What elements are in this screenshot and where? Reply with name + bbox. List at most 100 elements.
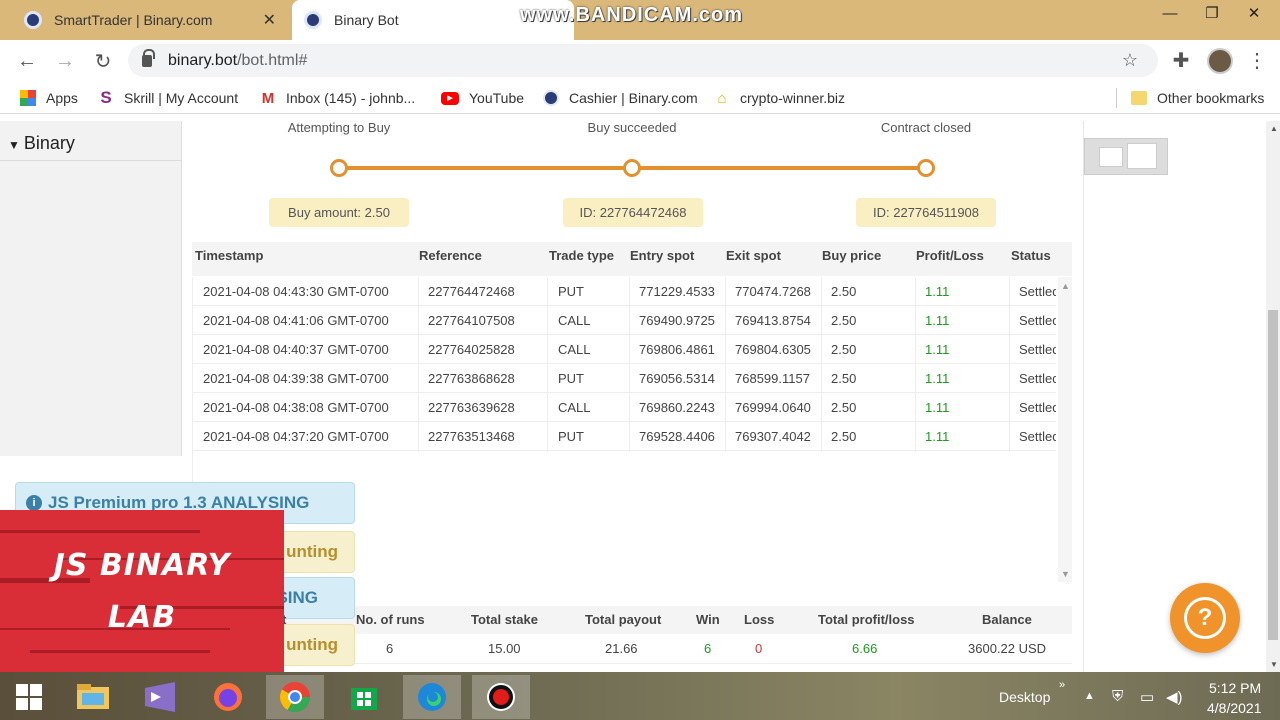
close-window-icon[interactable]: ✕ [1232, 0, 1276, 26]
reload-icon[interactable]: ↻ [90, 48, 116, 74]
summary-stake: 15.00 [488, 641, 521, 656]
chrome-icon[interactable] [266, 675, 324, 719]
summary-payout: 21.66 [605, 641, 638, 656]
table-cell: 227763513468 [428, 429, 515, 444]
table-cell: 771229.4533 [639, 284, 715, 299]
buy-id-badge: ID: 227764472468 [563, 198, 703, 227]
summary-loss: 0 [755, 641, 763, 656]
tray-expand-icon[interactable]: ▲ [1084, 690, 1095, 702]
bookmark-apps[interactable]: Apps [20, 88, 78, 108]
windows-start-icon[interactable] [0, 675, 58, 719]
page-scroll-down-icon[interactable]: ▼ [1270, 660, 1278, 669]
column-header[interactable]: Exit spot [726, 248, 781, 263]
microsoft-store-icon[interactable] [335, 675, 393, 719]
table-cell: Settled [1019, 371, 1056, 386]
table-cell: Settled [1019, 429, 1056, 444]
profile-avatar[interactable] [1207, 48, 1233, 74]
table-cell: 769413.8754 [735, 313, 811, 328]
toolbar-widget[interactable] [1084, 138, 1168, 175]
help-button[interactable]: ? [1170, 583, 1240, 653]
table-cell: 2.50 [831, 400, 857, 415]
column-header[interactable]: Trade type [549, 248, 614, 263]
table-cell: 769528.4406 [639, 429, 715, 444]
table-cell: 769056.5314 [639, 371, 715, 386]
step-dot-1 [330, 159, 348, 177]
summary-header-loss: Loss [744, 612, 775, 627]
file-explorer-icon[interactable] [64, 675, 122, 719]
summary-header-win: Win [696, 612, 720, 627]
notification-text: unting [286, 542, 338, 561]
summary-header-balance: Balance [982, 612, 1032, 627]
table-cell: PUT [558, 284, 584, 299]
table-cell: CALL [558, 342, 591, 357]
question-icon: ? [1184, 597, 1226, 639]
table-cell: PUT [558, 371, 584, 386]
lock-icon [142, 48, 155, 67]
table-cell: 2.50 [831, 342, 857, 357]
sidebar [0, 121, 182, 456]
bookmark-label: crypto-winner.biz [740, 90, 846, 106]
youtube-icon: ▶ [441, 91, 459, 105]
column-header[interactable]: Profit/Loss [916, 248, 984, 263]
tab-smarttrader[interactable]: SmartTrader | Binary.com ✕ [8, 0, 292, 40]
volume-icon[interactable]: ◀) [1166, 688, 1183, 706]
page-scroll-up-icon[interactable]: ▲ [1270, 124, 1278, 133]
logo-line-1: JS BINARY [53, 547, 231, 583]
bookmark-label: Cashier | Binary.com [569, 90, 698, 106]
column-header[interactable]: Status [1011, 248, 1056, 263]
bookmark-star-icon[interactable]: ☆ [1122, 50, 1138, 71]
extensions-icon[interactable]: ✚ [1168, 47, 1194, 73]
table-cell: 769490.9725 [639, 313, 715, 328]
logo-text: JS BINARY LAB [0, 510, 284, 673]
forward-icon[interactable]: → [52, 48, 78, 74]
url-host: binary.bot [168, 51, 238, 69]
edge-icon[interactable] [403, 675, 461, 719]
column-header[interactable]: Reference [419, 248, 482, 263]
minimize-icon[interactable]: — [1148, 0, 1192, 26]
bookmark-label: YouTube [469, 90, 525, 106]
sidebar-category-binary[interactable]: ▼ Binary [8, 133, 75, 154]
table-cell: 227764472468 [428, 284, 515, 299]
column-header[interactable]: Timestamp [195, 248, 263, 263]
crypto-icon: ⌂ [717, 89, 727, 107]
table-cell: 2021-04-08 04:41:06 GMT-0700 [203, 313, 389, 328]
page-scroll-thumb[interactable] [1268, 310, 1278, 640]
column-header[interactable]: Buy price [822, 248, 881, 263]
bookmark-label: Other bookmarks [1157, 90, 1265, 106]
bookmark-other[interactable]: Other bookmarks [1131, 88, 1264, 108]
desktop-toolbar-label[interactable]: Desktop [999, 689, 1050, 705]
notification-text: unting [286, 635, 338, 654]
chevron-icon[interactable]: » [1059, 679, 1065, 691]
bookmark-cashier[interactable]: Cashier | Binary.com [543, 88, 698, 108]
network-icon[interactable]: ▭ [1140, 688, 1154, 706]
table-scrollbar[interactable]: ▲ ▼ [1058, 277, 1072, 582]
menu-kebab-icon[interactable]: ⋮ [1244, 47, 1270, 73]
visual-studio-icon[interactable] [131, 675, 189, 719]
bookmark-inbox[interactable]: M Inbox (145) - johnb... [260, 88, 415, 108]
summary-header-payout: Total payout [585, 612, 662, 627]
bookmark-skrill[interactable]: S Skrill | My Account [98, 88, 238, 108]
clock-date[interactable]: 4/8/2021 [1207, 700, 1262, 716]
clock-time[interactable]: 5:12 PM [1209, 680, 1261, 696]
firefox-icon[interactable] [199, 675, 257, 719]
table-cell: 227764107508 [428, 313, 515, 328]
scroll-down-icon[interactable]: ▼ [1061, 569, 1070, 579]
summary-header-profit: Total profit/loss [818, 612, 915, 627]
table-cell: 2021-04-08 04:37:20 GMT-0700 [203, 429, 389, 444]
close-tab-icon[interactable]: ✕ [263, 10, 276, 30]
table-cell: 2.50 [831, 371, 857, 386]
column-header[interactable]: Entry spot [630, 248, 694, 263]
address-bar[interactable]: binary.bot/bot.html# ☆ [128, 44, 1158, 77]
bookmark-youtube[interactable]: ▶ YouTube [441, 88, 524, 108]
bandicam-icon[interactable] [472, 675, 530, 719]
maximize-icon[interactable]: ❐ [1190, 0, 1234, 26]
bookmark-crypto[interactable]: ⌂ crypto-winner.biz [714, 88, 845, 108]
security-icon[interactable]: ⛨ [1112, 688, 1123, 705]
table-cell: 2021-04-08 04:43:30 GMT-0700 [203, 284, 389, 299]
scroll-up-icon[interactable]: ▲ [1061, 281, 1070, 291]
sidebar-divider [0, 160, 182, 161]
back-icon[interactable]: ← [14, 48, 40, 74]
table-cell: 768599.1157 [735, 371, 810, 386]
contract-id-badge: ID: 227764511908 [856, 198, 996, 227]
logo-line-2: LAB [107, 599, 177, 635]
